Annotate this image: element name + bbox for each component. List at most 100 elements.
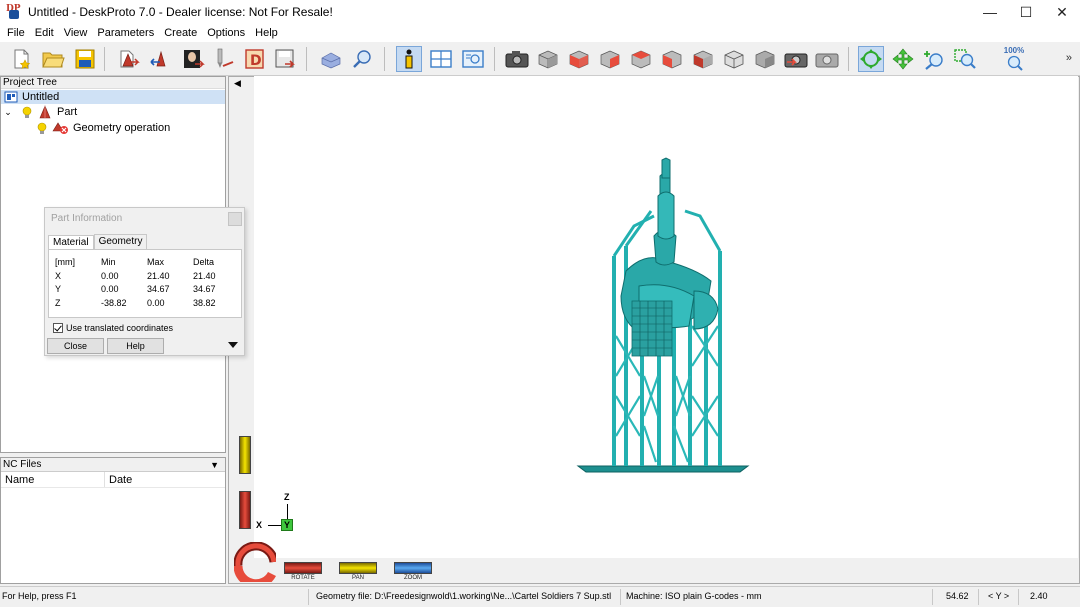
zoom-in-icon[interactable] [921, 46, 947, 72]
dropdown-arrow-icon[interactable]: ▼ [210, 458, 219, 472]
menu-edit[interactable]: Edit [30, 27, 59, 39]
status-help-text: For Help, press F1 [2, 591, 77, 601]
help-dialog-button[interactable]: Help [107, 338, 164, 354]
toolbar-overflow-button[interactable]: » [1066, 52, 1072, 64]
3d-viewport[interactable] [254, 76, 1078, 558]
title-bar: DP Untitled - DeskProto 7.0 - Dealer lic… [0, 0, 1080, 24]
menu-options[interactable]: Options [202, 27, 250, 39]
export-icon[interactable] [272, 46, 298, 72]
window-title: Untitled - DeskProto 7.0 - Dealer licens… [28, 5, 333, 19]
tab-material[interactable]: Material [48, 235, 94, 250]
move-part-icon[interactable] [148, 46, 174, 72]
inspect-icon[interactable] [350, 46, 376, 72]
row-min: 0.00 [101, 270, 119, 281]
row-max: 34.67 [147, 284, 170, 294]
project-icon [4, 91, 18, 103]
zoom-slider[interactable] [394, 562, 432, 574]
status-coordinate-value-2: 2.40 [1030, 591, 1048, 601]
translated-coordinates-label: Use translated coordinates [66, 323, 174, 333]
status-coordinate-axis: < Y > [988, 591, 1010, 601]
tree-operation-label: Geometry operation [73, 122, 171, 134]
axis-z-label: Z [284, 492, 290, 502]
dialog-table: [mm] Min Max Delta X 0.00 21.40 21.40 Y … [48, 249, 242, 318]
app-logo-icon: DP [6, 4, 22, 20]
expand-arrow-icon[interactable] [228, 342, 238, 348]
row-delta: 34.67 [193, 284, 216, 294]
project-tree-header: Project Tree [1, 77, 225, 89]
dialog-tabs: Material Geometry [48, 234, 148, 250]
nc-files-header[interactable]: NC Files ▼ [1, 458, 225, 472]
minimize-button[interactable]: — [972, 0, 1008, 24]
open-folder-icon[interactable] [40, 46, 66, 72]
camera-red-icon[interactable] [783, 46, 809, 72]
view-back-icon[interactable] [659, 46, 685, 72]
row-axis: X [55, 270, 62, 281]
menu-view[interactable]: View [59, 27, 93, 39]
toolbar: D 100% » [0, 42, 1080, 76]
view-wire-icon[interactable] [721, 46, 747, 72]
layout-icon[interactable] [428, 46, 454, 72]
row-delta: 21.40 [193, 270, 216, 281]
import-part-icon[interactable] [116, 46, 142, 72]
drawing-icon[interactable]: D [242, 46, 268, 72]
zoom-percent-label: 100% [1003, 46, 1025, 55]
translated-coordinates-checkbox[interactable] [53, 323, 63, 333]
camera-gray-icon[interactable] [814, 46, 840, 72]
vertical-rotate-slider[interactable] [239, 491, 251, 529]
preview-icon[interactable] [460, 46, 486, 72]
zoom-window-icon[interactable] [952, 46, 978, 72]
vertical-pan-slider[interactable] [239, 436, 251, 474]
view-top-icon[interactable] [628, 46, 654, 72]
lightbulb-icon[interactable] [35, 121, 49, 135]
view-left-icon[interactable] [690, 46, 716, 72]
tree-root-label: Untitled [22, 91, 60, 103]
tool-icon[interactable] [212, 46, 238, 72]
menu-parameters[interactable]: Parameters [92, 27, 159, 39]
menu-file[interactable]: File [2, 27, 30, 39]
tree-item-part[interactable]: ⌄ Part [1, 104, 225, 120]
collapse-panel-icon[interactable]: ◀ [234, 78, 241, 89]
dialog-close-box[interactable] [228, 212, 242, 226]
save-icon[interactable] [72, 46, 98, 72]
chevron-down-icon[interactable]: ⌄ [1, 107, 15, 118]
close-dialog-button[interactable]: Close [47, 338, 104, 354]
info-icon[interactable] [396, 46, 422, 72]
part-information-dialog: Part Information Material Geometry [mm] … [44, 207, 245, 356]
zoom-label: ZOOM [404, 575, 422, 581]
pan-slider[interactable] [339, 562, 377, 574]
model-render [576, 157, 750, 473]
table-row: Z -38.82 0.00 38.82 [55, 298, 239, 312]
view-right-icon[interactable] [597, 46, 623, 72]
part-image-icon[interactable] [180, 46, 206, 72]
axis-triad: Z X Y [256, 492, 306, 534]
rotate-dial-widget[interactable] [233, 541, 279, 589]
table-header-row: [mm] Min Max Delta [55, 257, 239, 271]
view-bottom-icon[interactable] [752, 46, 778, 72]
header-delta: Delta [193, 257, 215, 267]
tree-item-project[interactable]: Untitled [1, 90, 225, 104]
dialog-title-bar[interactable]: Part Information [45, 208, 244, 230]
header-max: Max [147, 257, 165, 267]
translated-coordinates-option[interactable]: Use translated coordinates [53, 323, 173, 333]
tree-item-geometry-operation[interactable]: Geometry operation [1, 120, 225, 136]
close-button[interactable]: ✕ [1044, 0, 1080, 24]
maximize-button[interactable]: ☐ [1008, 0, 1044, 24]
column-header-name[interactable]: Name [1, 472, 105, 487]
rotate-slider[interactable] [284, 562, 322, 574]
zoom-100-icon[interactable]: 100% [999, 46, 1029, 72]
view-iso-icon[interactable] [535, 46, 561, 72]
menu-create[interactable]: Create [159, 27, 202, 39]
tab-geometry[interactable]: Geometry [93, 234, 148, 249]
new-file-icon[interactable] [8, 46, 34, 72]
rotate-view-icon[interactable] [858, 46, 884, 72]
camera-icon[interactable] [504, 46, 530, 72]
menu-help[interactable]: Help [250, 27, 283, 39]
pan-view-icon[interactable] [890, 46, 916, 72]
status-bar: For Help, press F1 Geometry file: D:\Fre… [0, 586, 1080, 607]
status-geometry-file: Geometry file: D:\Freedesignwold\1.worki… [316, 591, 612, 601]
tree-part-label: Part [57, 106, 78, 118]
view-front-icon[interactable] [566, 46, 592, 72]
render-icon[interactable] [318, 46, 344, 72]
lightbulb-icon[interactable] [19, 105, 35, 119]
column-header-date[interactable]: Date [105, 472, 132, 487]
